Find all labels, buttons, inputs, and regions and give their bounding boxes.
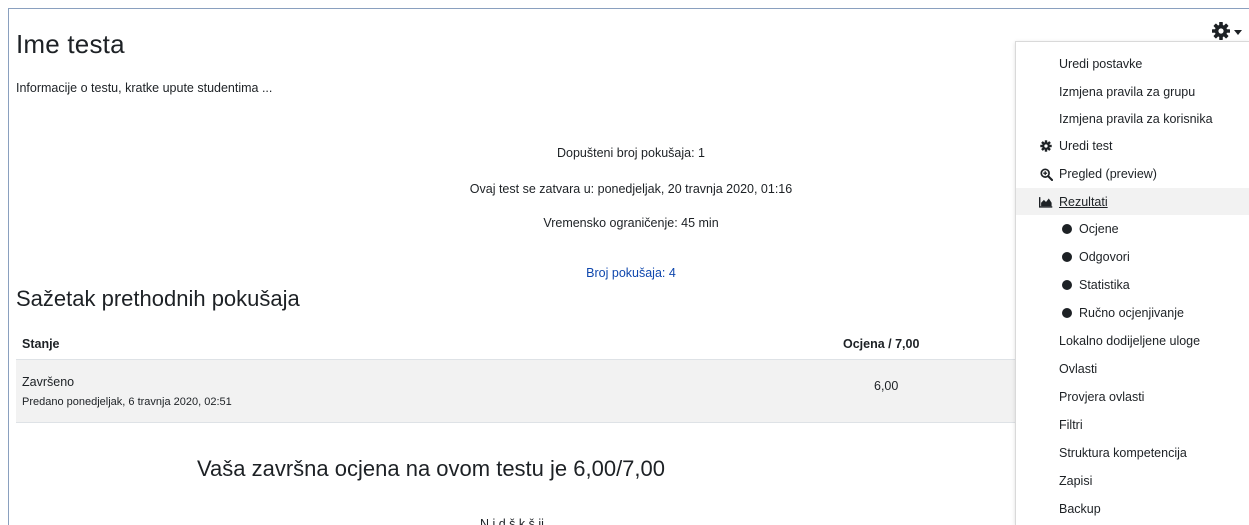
attempt-submitted-date: Predano ponedjeljak, 6 travnja 2020, 02:… (22, 396, 232, 408)
chevron-down-icon (1234, 29, 1242, 35)
menu-item-permissions[interactable]: Ovlasti (1016, 355, 1249, 382)
cutoff-text: N i d š k š ij (480, 517, 544, 525)
attempt-grade: 6,00 (874, 379, 899, 393)
menu-item-label: Backup (1059, 501, 1101, 516)
menu-item-preview[interactable]: Pregled (preview) (1016, 160, 1249, 187)
menu-item-manual-grading[interactable]: Ručno ocjenjivanje (1016, 299, 1249, 326)
bullet-icon (1062, 224, 1072, 234)
menu-item-statistics[interactable]: Statistika (1016, 271, 1249, 298)
bullet-icon (1062, 280, 1072, 290)
menu-item-label: Izmjena pravila za korisnika (1059, 111, 1213, 126)
page-title: Ime testa (16, 29, 125, 59)
menu-item-edit-settings[interactable]: Uredi postavke (1016, 50, 1249, 77)
menu-item-label: Uredi postavke (1059, 56, 1143, 71)
menu-item-label: Filtri (1059, 417, 1083, 432)
menu-item-label: Lokalno dodijeljene uloge (1059, 333, 1201, 348)
summary-title: Sažetak prethodnih pokušaja (16, 286, 300, 311)
area-chart-icon (1039, 195, 1053, 209)
menu-item-results[interactable]: Rezultati (1016, 188, 1249, 215)
menu-item-label: Rezultati (1059, 194, 1108, 209)
menu-item-check-permissions[interactable]: Provjera ovlasti (1016, 383, 1249, 410)
gear-icon (1039, 139, 1053, 153)
attempt-state: Završeno (22, 375, 75, 389)
column-header-state: Stanje (22, 337, 60, 351)
column-header-grade: Ocjena / 7,00 (843, 337, 920, 351)
menu-item-label: Statistika (1079, 277, 1130, 292)
menu-item-group-overrides[interactable]: Izmjena pravila za grupu (1016, 78, 1249, 105)
menu-item-logs[interactable]: Zapisi (1016, 467, 1249, 494)
menu-item-label: Ovlasti (1059, 361, 1098, 376)
quiz-intro: Informacije o testu, kratke upute studen… (16, 81, 273, 95)
menu-item-filters[interactable]: Filtri (1016, 411, 1249, 438)
menu-item-user-overrides[interactable]: Izmjena pravila za korisnika (1016, 105, 1249, 132)
settings-dropdown-menu: Uredi postavke Izmjena pravila za grupu … (1015, 41, 1249, 525)
zoom-icon (1039, 167, 1053, 181)
bullet-icon (1062, 308, 1072, 318)
menu-item-label: Uredi test (1059, 138, 1113, 153)
menu-item-label: Ručno ocjenjivanje (1079, 305, 1184, 320)
menu-item-grades[interactable]: Ocjene (1016, 215, 1249, 242)
menu-item-competency-breakdown[interactable]: Struktura kompetencija (1016, 439, 1249, 466)
menu-item-label: Struktura kompetencija (1059, 445, 1187, 460)
menu-item-label: Izmjena pravila za grupu (1059, 84, 1196, 99)
menu-item-local-roles[interactable]: Lokalno dodijeljene uloge (1016, 327, 1249, 354)
bullet-icon (1062, 252, 1072, 262)
menu-item-label: Ocjene (1079, 221, 1119, 236)
menu-item-label: Zapisi (1059, 473, 1093, 488)
menu-item-label: Pregled (preview) (1059, 166, 1157, 181)
menu-item-responses[interactable]: Odgovori (1016, 243, 1249, 270)
final-grade-text: Vaša završna ocjena na ovom testu je 6,0… (197, 456, 665, 481)
menu-item-edit-quiz[interactable]: Uredi test (1016, 132, 1249, 159)
menu-item-label: Provjera ovlasti (1059, 389, 1145, 404)
menu-item-label: Odgovori (1079, 249, 1130, 264)
gear-icon (1211, 21, 1231, 41)
menu-item-backup[interactable]: Backup (1016, 495, 1249, 522)
